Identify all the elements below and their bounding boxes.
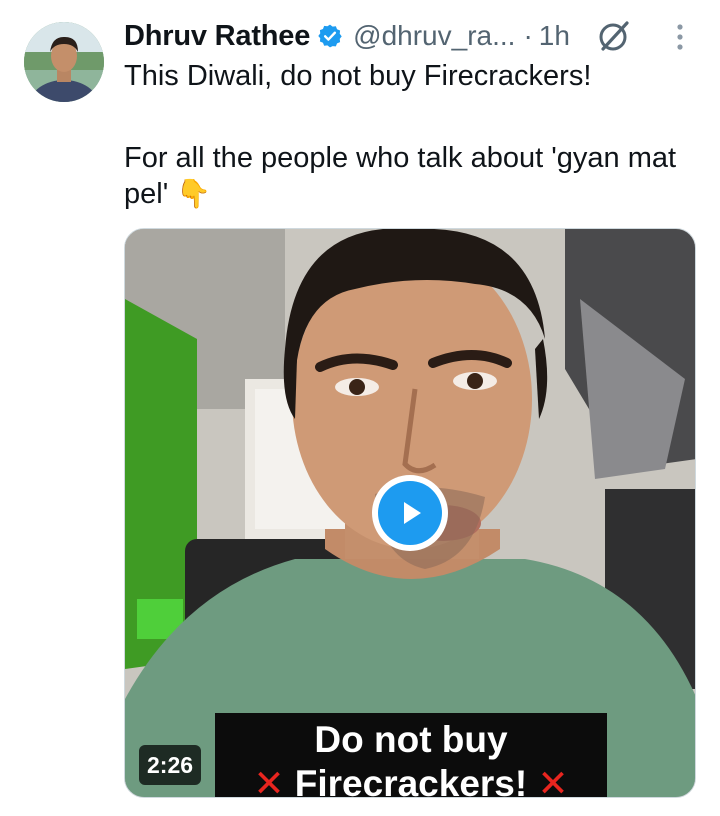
tweet-card[interactable]: Dhruv Rathee @dhruv_ra... · 1h This Diwa…: [0, 0, 720, 816]
tweet-text-line2: For all the people who talk about 'gyan …: [124, 140, 694, 212]
play-icon: [404, 502, 421, 524]
play-button-inner: [378, 481, 442, 545]
pointing-down-emoji-icon: 👇: [176, 178, 212, 209]
author-handle[interactable]: @dhruv_ra...: [353, 20, 515, 52]
header-separator: ·: [523, 20, 533, 51]
caption-line1: Do not buy: [314, 719, 508, 760]
author-display-name[interactable]: Dhruv Rathee: [124, 20, 310, 53]
tweet-text: This Diwali, do not buy Firecrackers! Fo…: [124, 58, 694, 212]
tweet-text-line1: This Diwali, do not buy Firecrackers!: [124, 60, 592, 92]
video-player[interactable]: Do not buy ✕ Firecrackers! ✕ 2:26: [124, 228, 696, 798]
tweet-header: Dhruv Rathee @dhruv_ra... · 1h: [124, 14, 570, 58]
caption-line2: ✕ Firecrackers! ✕: [215, 763, 607, 798]
grok-icon[interactable]: [596, 18, 632, 54]
video-duration-badge: 2:26: [139, 745, 202, 785]
tweet-timestamp[interactable]: 1h: [539, 20, 570, 52]
more-options-icon[interactable]: [668, 22, 692, 52]
video-caption-overlay: Do not buy ✕ Firecrackers! ✕: [215, 713, 607, 798]
play-button[interactable]: [372, 475, 448, 551]
verified-badge-icon: [317, 23, 343, 49]
author-avatar[interactable]: [24, 22, 104, 102]
red-x-right-icon: ✕: [537, 763, 569, 798]
red-x-left-icon: ✕: [253, 763, 285, 798]
caption-line2-text: Firecrackers!: [294, 763, 528, 798]
